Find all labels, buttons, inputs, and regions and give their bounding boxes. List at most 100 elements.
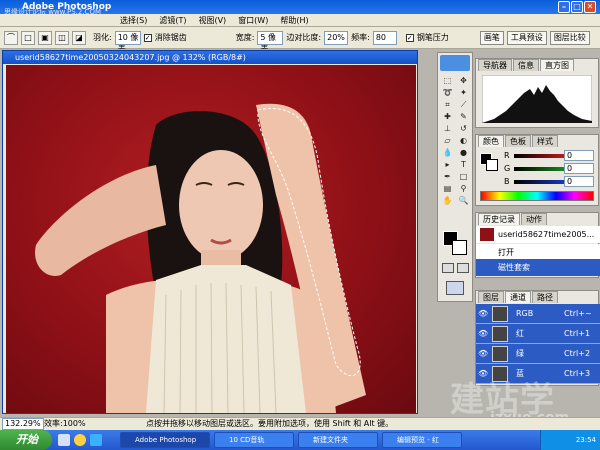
tools-header-icon — [440, 55, 470, 71]
menu-window[interactable]: 窗口(W) — [238, 15, 268, 26]
menu-view[interactable]: 视图(V) — [198, 15, 226, 26]
channel-thumbnail — [492, 346, 508, 362]
menu-filter[interactable]: 滤镜(T) — [159, 15, 186, 26]
channel-row-rgb[interactable]: 👁 RGB Ctrl+~ — [476, 304, 600, 324]
width-input[interactable]: 5 像素 — [257, 30, 284, 54]
r-value[interactable]: 0 — [564, 150, 594, 161]
jump-to-imageready-icon[interactable] — [446, 281, 464, 295]
task-new-folder[interactable]: 新建文件夹 — [298, 432, 378, 448]
selection-new-icon[interactable]: □ — [21, 30, 35, 45]
eyedropper-tool-icon[interactable]: ⚲ — [456, 183, 471, 194]
zoom-tool-icon[interactable]: 🔍 — [456, 195, 471, 206]
eye-icon[interactable]: 👁 — [478, 329, 488, 339]
eraser-tool-icon[interactable]: ▱ — [440, 135, 455, 146]
channel-thumbnail — [492, 326, 508, 342]
b-value[interactable]: 0 — [564, 176, 594, 187]
tab-layers[interactable]: 图层 — [478, 291, 504, 303]
history-panel: 历史记录 动作 userid58627time2005... 打开 磁性套索 — [475, 212, 600, 278]
tab-info[interactable]: 信息 — [513, 59, 539, 71]
zoom-level[interactable]: 132.29% — [2, 418, 44, 430]
tab-history[interactable]: 历史记录 — [478, 213, 520, 225]
workspace-brush-button[interactable]: 画笔 — [479, 30, 504, 45]
quicklaunch-icon[interactable] — [58, 434, 70, 446]
pen-pressure-checkbox[interactable]: ✓ — [405, 33, 414, 42]
tab-paths[interactable]: 路径 — [532, 291, 558, 303]
hand-tool-icon[interactable]: ✋ — [440, 195, 455, 206]
channel-row-green[interactable]: 👁 绿 Ctrl+2 — [476, 344, 600, 364]
system-tray: 23:54 — [540, 430, 600, 450]
histogram-graph — [482, 75, 592, 123]
slice-tool-icon[interactable]: ⟋ — [456, 99, 471, 110]
type-tool-icon[interactable]: T — [456, 159, 471, 170]
taskbar: 开始 Adobe Photoshop 10 CD音轨 新建文件夹 编辑预览 - … — [0, 430, 600, 450]
marquee-tool-icon[interactable]: ⬚ — [440, 75, 455, 86]
selection-add-icon[interactable]: ▣ — [38, 30, 52, 45]
healing-tool-icon[interactable]: ✚ — [440, 111, 455, 122]
workspace-layer-comps-button[interactable]: 图层比较 — [549, 30, 590, 45]
frequency-input[interactable]: 80 — [372, 30, 397, 45]
magic-wand-tool-icon[interactable]: ✦ — [456, 87, 471, 98]
antialias-checkbox[interactable]: ✓ — [143, 33, 152, 42]
bucket-tool-icon[interactable]: ◐ — [456, 135, 471, 146]
tab-swatches[interactable]: 色板 — [505, 135, 531, 147]
task-photoshop[interactable]: Adobe Photoshop — [120, 432, 210, 448]
task-edit-preview[interactable]: 编辑预览 - 红 — [382, 432, 462, 448]
notes-tool-icon[interactable]: ▤ — [440, 183, 455, 194]
quick-mask-icon[interactable] — [442, 263, 454, 273]
g-value[interactable]: 0 — [564, 163, 594, 174]
brush-tool-icon[interactable]: ✎ — [456, 111, 471, 122]
r-channel-label: R — [504, 151, 510, 160]
tab-channels[interactable]: 通道 — [505, 291, 531, 303]
color-spectrum-bar[interactable] — [480, 191, 594, 201]
quicklaunch-icon[interactable] — [74, 434, 86, 446]
history-item-selected[interactable]: 磁性套索 — [476, 259, 600, 276]
screen-mode-icon[interactable] — [457, 263, 469, 273]
b-channel-label: B — [504, 177, 510, 186]
options-bar: ⌒ □ ▣ ◫ ◪ 羽化: 10 像素 ✓ 消除锯齿 宽度: 5 像素 边对比度… — [0, 27, 600, 54]
shape-tool-icon[interactable]: □ — [456, 171, 471, 182]
menu-select[interactable]: 选择(S) — [120, 15, 147, 26]
eye-icon[interactable]: 👁 — [478, 309, 488, 319]
channel-row-red[interactable]: 👁 红 Ctrl+1 — [476, 324, 600, 344]
tab-color[interactable]: 颜色 — [478, 135, 504, 147]
tab-histogram[interactable]: 直方图 — [540, 59, 574, 71]
workspace-tool-presets-button[interactable]: 工具预设 — [506, 30, 547, 45]
feather-label: 羽化: — [93, 33, 112, 42]
move-tool-icon[interactable]: ✥ — [456, 75, 471, 86]
history-snapshot[interactable]: userid58627time2005... — [476, 226, 600, 243]
blur-tool-icon[interactable]: 💧 — [440, 147, 455, 158]
pen-tool-icon[interactable]: ✒ — [440, 171, 455, 182]
document-canvas[interactable] — [6, 65, 416, 413]
stamp-tool-icon[interactable]: ⊥ — [440, 123, 455, 134]
selection-subtract-icon[interactable]: ◫ — [55, 30, 69, 45]
g-channel-label: G — [504, 164, 511, 173]
selection-intersect-icon[interactable]: ◪ — [72, 30, 86, 45]
minimize-button[interactable]: – — [558, 1, 570, 13]
clock: 23:54 — [575, 436, 596, 444]
quicklaunch-icon[interactable] — [90, 434, 102, 446]
menu-bar: 选择(S) 滤镜(T) 视图(V) 窗口(W) 帮助(H) — [0, 14, 600, 27]
lasso-tool-preset-icon[interactable]: ⌒ — [4, 30, 18, 45]
maximize-button[interactable]: □ — [571, 1, 583, 13]
feather-input[interactable]: 10 像素 — [114, 30, 141, 54]
tab-actions[interactable]: 动作 — [521, 213, 547, 225]
tab-styles[interactable]: 样式 — [532, 135, 558, 147]
tab-navigator[interactable]: 导航器 — [478, 59, 512, 71]
background-color-swatch[interactable] — [452, 240, 467, 255]
color-background-swatch[interactable] — [486, 159, 498, 171]
crop-tool-icon[interactable]: ⌗ — [440, 99, 455, 110]
path-select-tool-icon[interactable]: ▸ — [440, 159, 455, 170]
antialias-label: 消除锯齿 — [154, 33, 187, 42]
menu-help[interactable]: 帮助(H) — [280, 15, 308, 26]
eye-icon[interactable]: 👁 — [478, 349, 488, 359]
task-cd-track[interactable]: 10 CD音轨 — [214, 432, 294, 448]
start-button[interactable]: 开始 — [0, 430, 52, 450]
history-brush-tool-icon[interactable]: ↺ — [456, 123, 471, 134]
histogram-panel: 导航器 信息 直方图 — [475, 58, 599, 128]
lasso-tool-icon[interactable]: ➰ — [440, 87, 455, 98]
close-button[interactable]: ✕ — [584, 1, 596, 13]
dodge-tool-icon[interactable]: ● — [456, 147, 471, 158]
width-label: 宽度: — [235, 33, 255, 42]
edge-contrast-input[interactable]: 20% — [324, 30, 349, 45]
document-title[interactable]: userid58627time20050324043207.jpg @ 132%… — [3, 51, 417, 64]
